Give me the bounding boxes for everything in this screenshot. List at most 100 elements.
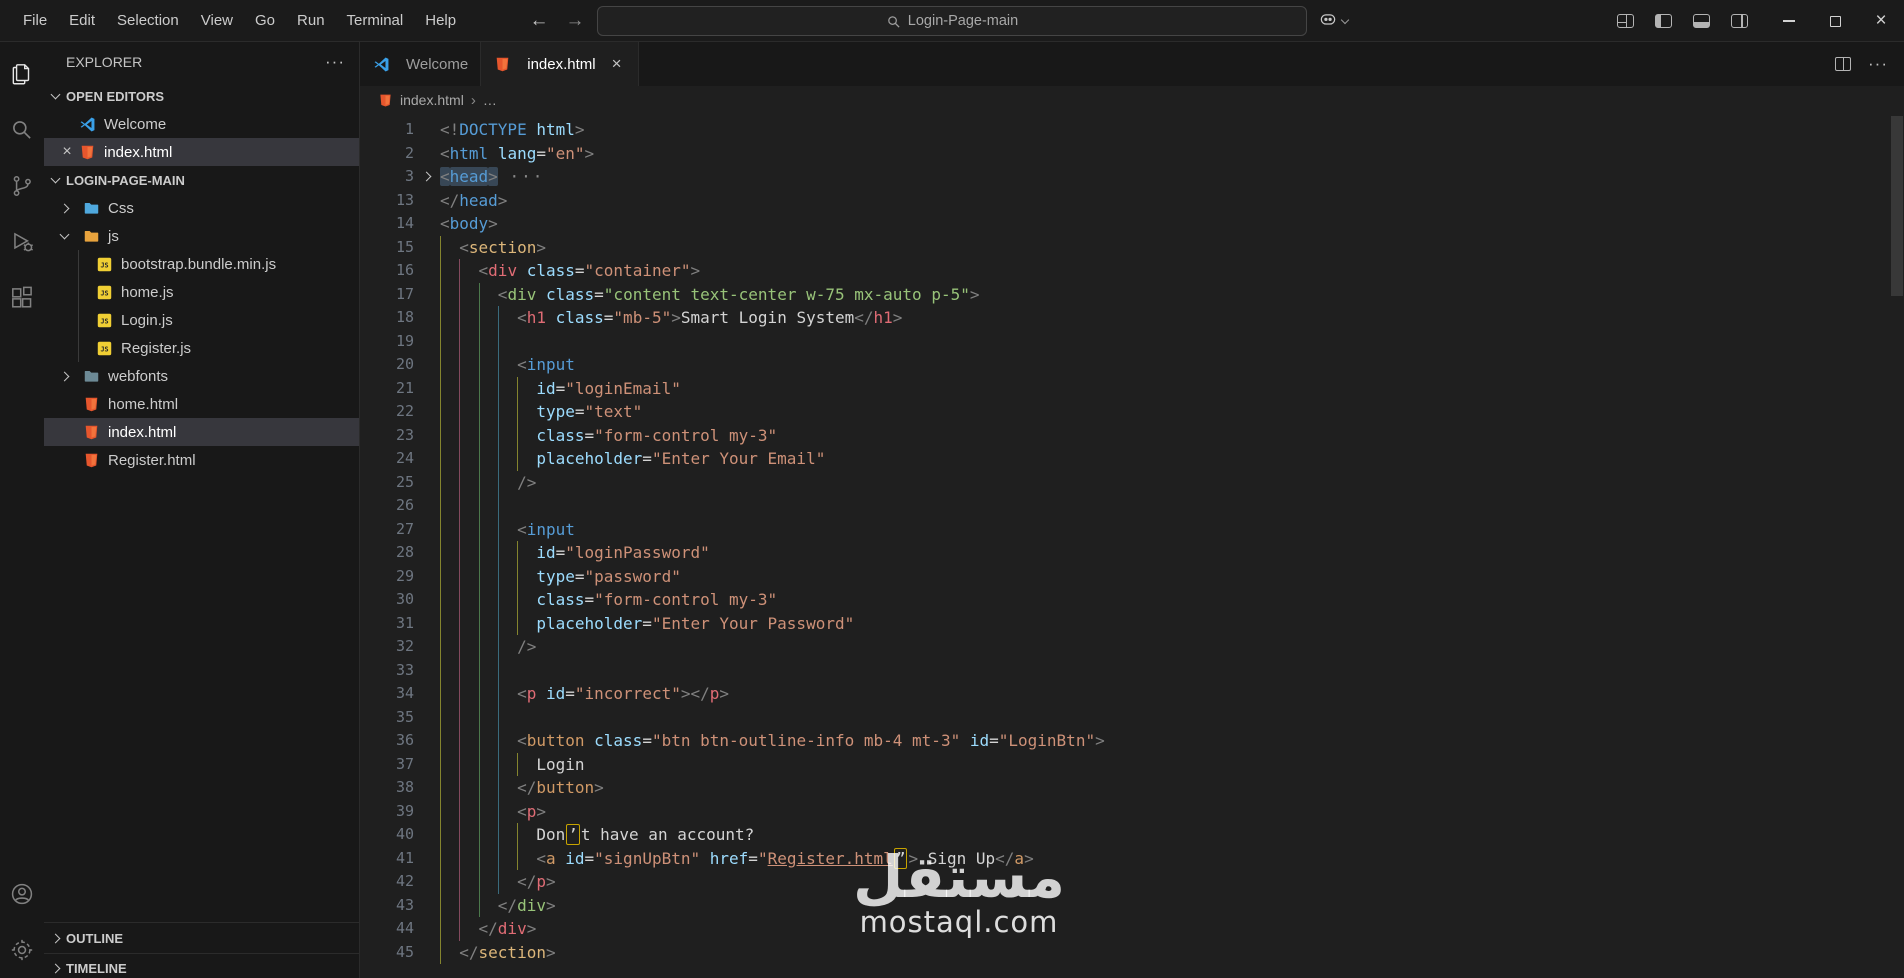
code-line[interactable]: 44 </div>: [360, 917, 1904, 941]
nav-forward-button[interactable]: →: [560, 0, 590, 42]
activity-source-control-icon[interactable]: [0, 158, 44, 214]
code-line[interactable]: 43 </div>: [360, 893, 1904, 917]
code-line[interactable]: 17 <div class="content text-center w-75 m…: [360, 282, 1904, 306]
copilot-button[interactable]: [1318, 9, 1350, 34]
code-line[interactable]: 37 Login: [360, 752, 1904, 776]
tab-index.html[interactable]: index.html ×: [481, 42, 639, 86]
menu-selection[interactable]: Selection: [106, 0, 190, 41]
maximize-button[interactable]: [1812, 0, 1858, 42]
code-line[interactable]: 24 placeholder="Enter Your Email": [360, 447, 1904, 471]
code-line[interactable]: 29 type="password": [360, 564, 1904, 588]
code-line[interactable]: 2 <html lang="en">: [360, 142, 1904, 166]
code-editor[interactable]: مستقل mostaql.com 1 <!DOCTYPE html> 2 <html…: [360, 114, 1904, 978]
customize-layout-icon[interactable]: [1617, 14, 1634, 28]
code-line[interactable]: 13 </head>: [360, 189, 1904, 213]
code-line[interactable]: 21 id="loginEmail": [360, 376, 1904, 400]
menu-view[interactable]: View: [190, 0, 244, 41]
code-line[interactable]: 32 />: [360, 635, 1904, 659]
more-actions-icon[interactable]: ···: [1868, 54, 1888, 74]
activity-accounts-icon[interactable]: [0, 866, 44, 922]
editor-scrollbar[interactable]: [1891, 116, 1903, 296]
code-line[interactable]: 41 <a id="signUpBtn" href="Register.html”…: [360, 846, 1904, 870]
code-line[interactable]: 23 class="form-control my-3": [360, 423, 1904, 447]
open-editor-Welcome[interactable]: Welcome: [44, 110, 359, 138]
nav-back-button[interactable]: ←: [524, 0, 554, 42]
line-number: 25: [395, 472, 414, 491]
code-line[interactable]: 27 <input: [360, 517, 1904, 541]
code-line[interactable]: 34 <p id="incorrect"></p>: [360, 682, 1904, 706]
section-outline[interactable]: OUTLINE: [44, 923, 359, 953]
split-editor-icon[interactable]: [1835, 57, 1852, 71]
section-project[interactable]: LOGIN-PAGE-MAIN: [44, 166, 359, 194]
menu-help[interactable]: Help: [414, 0, 467, 41]
code-line[interactable]: 26: [360, 494, 1904, 518]
sidebar-more-actions[interactable]: ···: [325, 52, 345, 72]
tree-item-home.html[interactable]: home.html: [44, 390, 359, 418]
code-line[interactable]: 22 type="text": [360, 400, 1904, 424]
tree-item-Register.js[interactable]: JS Register.js: [78, 334, 359, 362]
activity-run-debug-icon[interactable]: [0, 214, 44, 270]
activity-settings-icon[interactable]: [0, 922, 44, 978]
open-editor-index.html[interactable]: × index.html: [44, 138, 359, 166]
menu-run[interactable]: Run: [286, 0, 336, 41]
menu-edit[interactable]: Edit: [58, 0, 106, 41]
chevron-right-icon[interactable]: [58, 371, 82, 381]
breadcrumb-file[interactable]: index.html: [400, 92, 464, 108]
activity-search-icon[interactable]: [0, 102, 44, 158]
indent-guide: [459, 705, 478, 729]
tree-item-Login.js[interactable]: JS Login.js: [78, 306, 359, 334]
code-line[interactable]: 20 <input: [360, 353, 1904, 377]
fold-chevron-icon[interactable]: [414, 165, 438, 189]
code-line[interactable]: 30 class="form-control my-3": [360, 588, 1904, 612]
menu-go[interactable]: Go: [244, 0, 286, 41]
code-line[interactable]: 35: [360, 705, 1904, 729]
code-line[interactable]: 33: [360, 658, 1904, 682]
code-line[interactable]: 15 <section>: [360, 235, 1904, 259]
command-center-search[interactable]: Login-Page-main: [597, 6, 1307, 36]
section-open-editors[interactable]: OPEN EDITORS: [44, 82, 359, 110]
close-icon[interactable]: ×: [608, 54, 626, 74]
indent-guide: [478, 658, 498, 682]
tree-item-Css[interactable]: Css: [44, 194, 359, 222]
code-line[interactable]: 28 id="loginPassword": [360, 541, 1904, 565]
code-line[interactable]: 39 <p>: [360, 799, 1904, 823]
tree-item-Register.html[interactable]: Register.html: [44, 446, 359, 474]
toggle-primary-sidebar-icon[interactable]: [1655, 14, 1672, 28]
chevron-right-icon: [50, 933, 61, 943]
code-line[interactable]: 36 <button class="btn btn-outline-info mb…: [360, 729, 1904, 753]
tree-item-home.js[interactable]: JS home.js: [78, 278, 359, 306]
code-line[interactable]: 3 <head> ···: [360, 165, 1904, 189]
menu-file[interactable]: File: [12, 0, 58, 41]
code-line[interactable]: 25 />: [360, 470, 1904, 494]
section-timeline[interactable]: TIMELINE: [44, 953, 359, 978]
code-line[interactable]: 14 <body>: [360, 212, 1904, 236]
chevron-right-icon[interactable]: [58, 203, 82, 213]
toggle-panel-icon[interactable]: [1693, 14, 1710, 28]
close-icon[interactable]: ×: [56, 143, 78, 161]
code-line[interactable]: 31 placeholder="Enter Your Password": [360, 611, 1904, 635]
tree-item-webfonts[interactable]: webfonts: [44, 362, 359, 390]
tree-item-js[interactable]: js: [44, 222, 359, 250]
menu-terminal[interactable]: Terminal: [336, 0, 415, 41]
indent-guide: [459, 470, 478, 494]
code-line[interactable]: 18 <h1 class="mb-5">Smart Login System</h…: [360, 306, 1904, 330]
toggle-secondary-sidebar-icon[interactable]: [1731, 14, 1748, 28]
close-button[interactable]: ×: [1858, 0, 1904, 42]
activity-explorer-icon[interactable]: [0, 46, 44, 102]
code-line[interactable]: 45 </section>: [360, 940, 1904, 964]
code-line[interactable]: 1 <!DOCTYPE html>: [360, 118, 1904, 142]
activity-extensions-icon[interactable]: [0, 270, 44, 326]
tree-item-index.html[interactable]: index.html: [44, 418, 359, 446]
minimize-button[interactable]: [1766, 0, 1812, 42]
code-line[interactable]: 19: [360, 329, 1904, 353]
code-line[interactable]: 16 <div class="container">: [360, 259, 1904, 283]
tree-item-bootstrap.bundle.min.js[interactable]: JS bootstrap.bundle.min.js: [78, 250, 359, 278]
breadcrumb-more[interactable]: …: [483, 92, 497, 108]
chevron-down-icon[interactable]: [58, 229, 82, 240]
indent-guide: [517, 541, 536, 565]
tab-Welcome[interactable]: Welcome: [360, 42, 482, 86]
code-token: >: [671, 308, 681, 327]
code-line[interactable]: 38 </button>: [360, 776, 1904, 800]
code-line[interactable]: 42 </p>: [360, 870, 1904, 894]
code-line[interactable]: 40 Don’ t have an account?: [360, 823, 1904, 847]
